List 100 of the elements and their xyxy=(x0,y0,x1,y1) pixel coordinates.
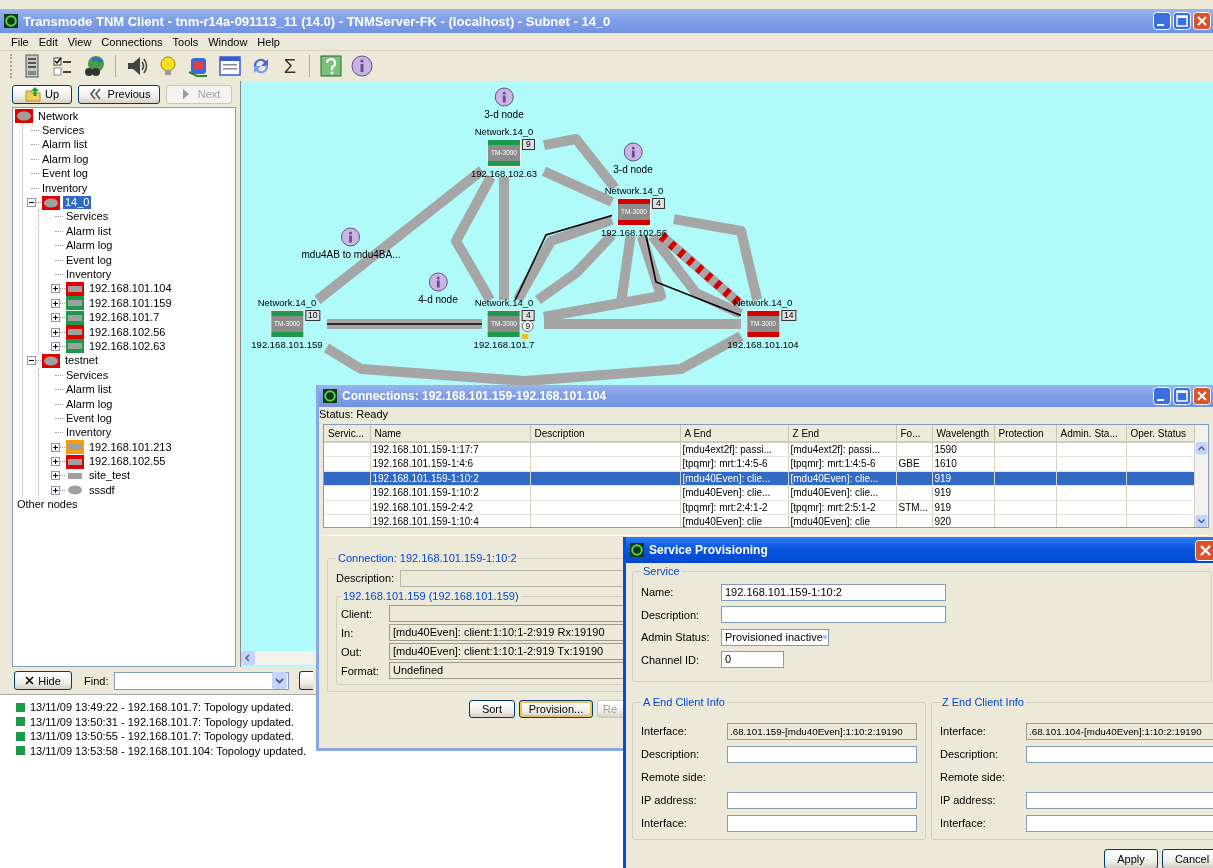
tree-item[interactable]: Alarm log xyxy=(64,239,115,253)
count-badge: 10 xyxy=(305,310,321,321)
tree-item[interactable]: Event log xyxy=(40,167,90,181)
column-header[interactable]: Name xyxy=(370,425,530,442)
tree-item[interactable]: 14_0 xyxy=(63,196,92,210)
info-icon[interactable] xyxy=(341,227,361,247)
expand-icon[interactable] xyxy=(51,327,60,337)
column-header[interactable]: Fo... xyxy=(896,425,932,442)
column-header[interactable]: Wavelength xyxy=(932,425,994,442)
table-row[interactable]: 192.168.101.159-2:4:2 [tpqmr]: mrt:2:4:1-2 [tpqmr]: mrt:2:5:1-2 STM... 919 xyxy=(324,500,1194,515)
tree-item[interactable]: Alarm list xyxy=(64,224,114,238)
hide-button[interactable]: Hide xyxy=(14,671,72,690)
table-row[interactable]: 192.168.101.159-1:17:7 [mdu4ext2f]: passi... [mdu4ext2f]: passi... 1590 xyxy=(324,442,1194,457)
tree-item[interactable]: Services xyxy=(64,368,111,382)
link-line[interactable] xyxy=(327,319,482,329)
column-header[interactable]: Protection xyxy=(994,425,1056,442)
tree-item[interactable]: testnet xyxy=(63,354,101,368)
expand-icon[interactable] xyxy=(51,485,60,495)
collapse-icon[interactable] xyxy=(27,356,36,366)
menu-item[interactable]: Window xyxy=(203,35,253,48)
tree-item[interactable]: site_test xyxy=(87,469,132,483)
text-field[interactable] xyxy=(721,606,946,624)
tree-item[interactable]: Event log xyxy=(64,411,114,425)
tree-item[interactable]: Inventory xyxy=(64,426,114,440)
text-field[interactable] xyxy=(1026,791,1213,809)
expand-icon[interactable] xyxy=(51,471,60,481)
speaker-icon[interactable] xyxy=(125,54,149,78)
tree-item[interactable]: Alarm log xyxy=(40,152,91,166)
nav-button[interactable]: Previous xyxy=(78,84,160,104)
column-header[interactable]: Description xyxy=(530,425,680,442)
arrow-down-icon[interactable] xyxy=(1194,514,1208,527)
arrow-up-icon[interactable] xyxy=(1194,442,1208,455)
expand-icon[interactable] xyxy=(51,341,60,351)
menu-item[interactable]: Connections xyxy=(96,35,168,48)
tree-item[interactable]: Other nodes xyxy=(15,498,80,512)
text-field[interactable] xyxy=(727,745,917,763)
text-field[interactable]: 192.168.101.159-1:10:2 xyxy=(721,583,946,601)
column-header[interactable]: A End xyxy=(680,425,788,442)
tree-item[interactable]: 192.168.101.7 xyxy=(87,311,162,325)
info-icon[interactable] xyxy=(623,142,643,162)
collapse-icon[interactable] xyxy=(27,198,36,208)
expand-icon[interactable] xyxy=(51,457,60,467)
text-field[interactable] xyxy=(727,791,917,809)
tree-item[interactable]: Network xyxy=(36,109,81,123)
menu-item[interactable]: File xyxy=(6,35,34,48)
text-field[interactable]: 0 xyxy=(721,651,784,669)
text-field[interactable] xyxy=(727,814,917,832)
dialog-button[interactable]: Cancel xyxy=(1162,849,1213,868)
expand-icon[interactable] xyxy=(51,442,60,452)
dropdown[interactable]: Provisioned inactive xyxy=(721,628,829,646)
status-text: Status: Ready xyxy=(319,407,390,422)
nav-button[interactable]: Up xyxy=(12,84,72,104)
expand-icon[interactable] xyxy=(51,298,60,308)
table-cell: GBE xyxy=(896,456,932,471)
menu-item[interactable]: Edit xyxy=(33,35,63,48)
tree-item[interactable]: sssdf xyxy=(87,483,117,497)
table-row[interactable]: 192.168.101.159-1:10:2 [mdu40Even]: clie... [mdu40Even]: clie... 919 xyxy=(324,485,1194,500)
column-header[interactable]: Z End xyxy=(788,425,896,442)
dialog-button[interactable]: Sort xyxy=(469,700,515,718)
column-header[interactable]: Servic... xyxy=(324,425,370,442)
tree-item[interactable]: 192.168.102.56 xyxy=(87,325,168,339)
sum-button[interactable]: Σ xyxy=(280,54,300,78)
expand-icon[interactable] xyxy=(51,284,60,294)
tree-item[interactable]: Services xyxy=(64,210,111,224)
info-icon[interactable] xyxy=(494,87,514,107)
dialog-button[interactable]: Apply xyxy=(1104,849,1158,868)
info-icon[interactable] xyxy=(428,272,448,292)
expand-icon[interactable] xyxy=(51,313,60,323)
find-field[interactable] xyxy=(114,671,290,690)
menu-item[interactable]: View xyxy=(62,35,97,48)
help-icon[interactable] xyxy=(319,54,343,78)
arrow-left-icon[interactable] xyxy=(241,651,255,665)
tree-item[interactable]: 192.168.102.63 xyxy=(87,339,168,353)
menu-item[interactable]: Tools xyxy=(167,35,204,48)
chevron-down-icon[interactable] xyxy=(272,672,288,689)
tree-item[interactable]: Event log xyxy=(64,253,114,267)
menu-item[interactable]: Help xyxy=(252,35,285,48)
tree-item[interactable]: 192.168.101.213 xyxy=(87,440,174,454)
window-icon[interactable] xyxy=(218,54,242,78)
table-cell: 192.168.101.159-1:4:6 xyxy=(370,456,530,471)
text-field[interactable] xyxy=(1026,745,1213,763)
close-icon[interactable] xyxy=(1195,539,1213,561)
table-row[interactable]: 192.168.101.159-1:10:4 [mdu40Even]: clie [mdu40Even]: clie 920 xyxy=(324,514,1194,527)
column-header[interactable]: Admin. Sta... xyxy=(1056,425,1126,442)
dialog-button[interactable]: Provision... xyxy=(519,700,593,718)
tree-item[interactable]: 192.168.101.104 xyxy=(87,282,174,296)
tree-item[interactable]: Inventory xyxy=(40,181,90,195)
text-field[interactable] xyxy=(1026,814,1213,832)
binoculars-icon[interactable] xyxy=(82,54,106,78)
column-header[interactable]: Oper. Status xyxy=(1126,425,1194,442)
tree-item[interactable]: Alarm list xyxy=(40,138,90,152)
tree-item[interactable]: Alarm list xyxy=(64,383,114,397)
tree-item[interactable]: 192.168.101.159 xyxy=(87,296,174,310)
tree-item[interactable]: Alarm log xyxy=(64,397,115,411)
table-row[interactable]: 192.168.101.159-1:4:6 [tpqmr]: mrt:1:4:5-6 [tpqmr]: mrt:1:4:5-6 GBE 1610 xyxy=(324,456,1194,471)
tree-item[interactable]: Services xyxy=(40,124,87,138)
search-button[interactable] xyxy=(299,671,314,690)
tree-item[interactable]: 192.168.102.55 xyxy=(87,455,168,469)
info-icon[interactable] xyxy=(350,54,374,78)
tree-item[interactable]: Inventory xyxy=(64,268,114,281)
